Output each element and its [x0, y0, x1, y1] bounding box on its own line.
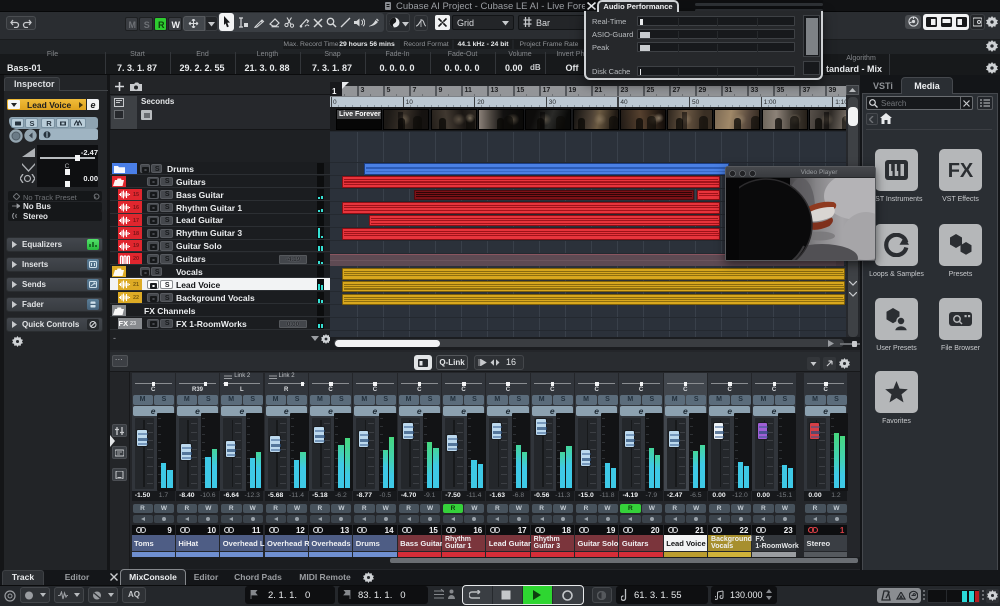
svg-text:FX: FX: [948, 160, 973, 182]
